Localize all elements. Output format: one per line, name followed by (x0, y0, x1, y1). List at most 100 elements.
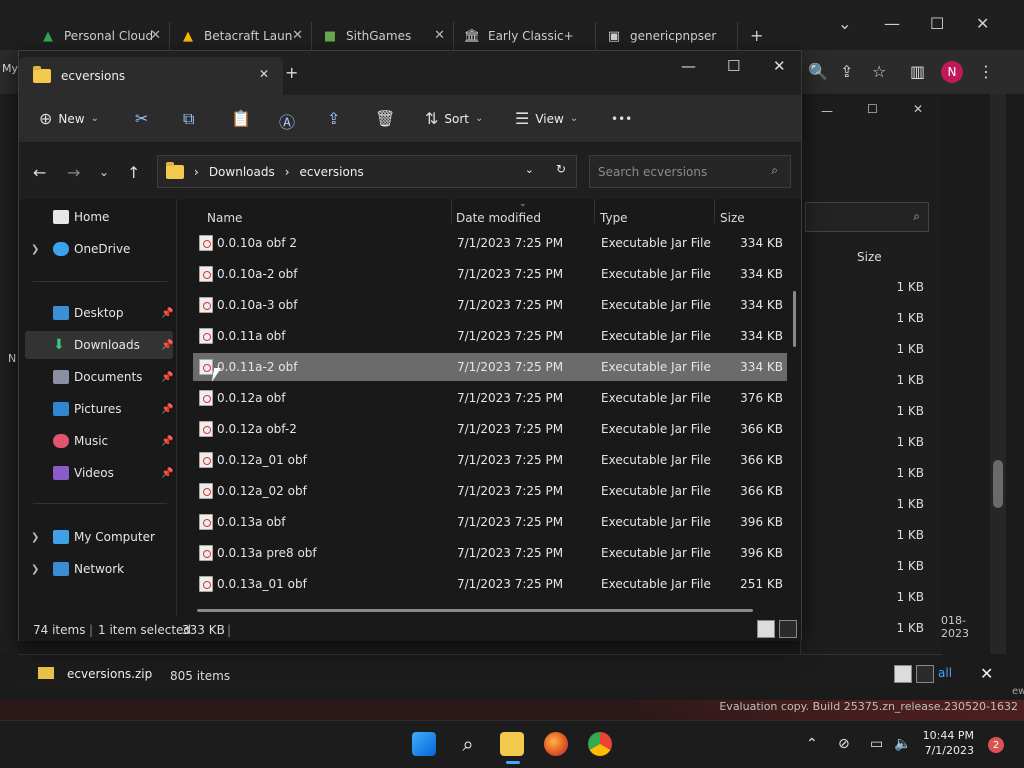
cut-icon[interactable]: ✂ (135, 109, 148, 128)
close-icon[interactable]: ✕ (292, 28, 303, 43)
star-icon[interactable]: ☆ (872, 62, 886, 81)
chrome-tab-2[interactable]: ▲ Betacraft Laun ✕ (170, 22, 312, 50)
sort-button[interactable]: ⇅ Sort ⌄ (425, 109, 483, 128)
column-separator[interactable] (451, 199, 452, 223)
sidebar-item-pictures[interactable]: Pictures 📌 (19, 395, 175, 423)
chevron-right-icon[interactable]: ❯ (31, 564, 39, 575)
forward-icon[interactable]: → (67, 163, 80, 182)
table-row[interactable]: 0.0.13a obf 7/1/2023 7:25 PM Executable Ja… (193, 508, 787, 536)
search-icon[interactable]: ⌕ (456, 732, 480, 756)
sidebar-item-downloads[interactable]: ⬇ Downloads 📌 (25, 331, 173, 359)
close-icon[interactable]: ✕ (150, 28, 161, 43)
refresh-icon[interactable]: ↻ (556, 162, 566, 176)
size-column-header[interactable]: Size (857, 250, 882, 264)
vertical-scrollbar[interactable] (793, 291, 796, 347)
sidebar-item-onedrive[interactable]: ❯ OneDrive (19, 235, 175, 263)
minimize-icon[interactable]: — (884, 14, 900, 33)
more-menu-icon[interactable]: ⋮ (978, 62, 994, 81)
name-column-header[interactable]: Name (207, 211, 242, 225)
breadcrumb-ecversions[interactable]: ecversions (300, 165, 364, 179)
sidebar-item-videos[interactable]: Videos 📌 (19, 459, 175, 487)
file-explorer-taskbar-icon[interactable] (500, 732, 524, 756)
avatar[interactable]: N (941, 61, 963, 83)
chevron-up-icon[interactable]: ⌃ (806, 736, 818, 752)
table-row[interactable]: 0.0.12a obf-2 7/1/2023 7:25 PM Executable … (193, 415, 787, 443)
table-row[interactable]: 0.0.13a pre8 obf 7/1/2023 7:25 PM Executab… (193, 539, 787, 567)
table-row[interactable]: 0.0.12a_02 obf 7/1/2023 7:25 PM Executable… (193, 477, 787, 505)
chrome-tab-1[interactable]: ▲ Personal Cloud ✕ (30, 22, 170, 50)
share-icon[interactable]: ⇪ (327, 109, 340, 128)
firefox-icon[interactable] (544, 732, 568, 756)
column-separator[interactable] (594, 199, 595, 223)
display-icon[interactable]: ▭ (870, 736, 883, 752)
tiles-view-button[interactable] (916, 665, 934, 683)
table-row[interactable]: 0.0.10a obf 2 7/1/2023 7:25 PM Executable … (193, 229, 787, 257)
new-button[interactable]: ⊕ New ⌄ (39, 109, 99, 128)
zip-file-label[interactable]: ecversions.zip (67, 667, 152, 681)
sidebar-item-my-computer[interactable]: ❯ My Computer (19, 523, 175, 551)
tiles-view-button[interactable] (779, 620, 797, 638)
copy-icon[interactable]: ⧉ (183, 109, 194, 129)
search-input[interactable]: Search ecversions ⌕ (589, 155, 791, 188)
breadcrumb-downloads[interactable]: Downloads (209, 165, 275, 179)
type-column-header[interactable]: Type (600, 211, 628, 225)
table-row[interactable]: 0.0.12a_01 obf 7/1/2023 7:25 PM Executable… (193, 446, 787, 474)
chrome-tab-4[interactable]: 🏛 Early Classic+ (454, 22, 596, 50)
paste-icon[interactable]: 📋 (231, 109, 251, 128)
recent-locations-icon[interactable]: ⌄ (99, 165, 109, 179)
network-disconnected-icon[interactable]: ⊘ (838, 736, 850, 752)
table-row[interactable]: 0.0.11a-2 obf 7/1/2023 7:25 PM Executable … (193, 353, 787, 381)
maximize-icon[interactable]: ☐ (867, 102, 878, 116)
maximize-icon[interactable]: ☐ (930, 14, 944, 33)
table-row[interactable]: 0.0.12a obf 7/1/2023 7:25 PM Executable Ja… (193, 384, 787, 412)
chevron-right-icon[interactable]: ❯ (31, 532, 39, 543)
chrome-icon[interactable] (588, 732, 612, 756)
close-icon[interactable]: ✕ (976, 14, 989, 33)
sidepanel-icon[interactable]: ▥ (910, 62, 925, 81)
scroll-thumb[interactable] (993, 460, 1003, 508)
close-icon[interactable]: ✕ (434, 28, 445, 43)
sidebar-item-desktop[interactable]: Desktop 📌 (19, 299, 175, 327)
date-column-header[interactable]: Date modified (456, 211, 541, 225)
horizontal-scrollbar[interactable] (197, 609, 753, 612)
up-icon[interactable]: ↑ (127, 163, 140, 182)
close-icon[interactable]: ✕ (773, 57, 786, 75)
back-icon[interactable]: ← (33, 163, 46, 182)
chrome-scrollbar[interactable] (990, 94, 1006, 654)
details-view-button[interactable] (757, 620, 775, 638)
maximize-icon[interactable]: ☐ (727, 57, 740, 75)
see-more-button[interactable]: ••• (611, 112, 632, 126)
view-button[interactable]: ☰ View ⌄ (515, 109, 578, 128)
share-icon[interactable]: ⇪ (840, 62, 853, 81)
search-input[interactable]: ⌕ (805, 202, 929, 232)
chrome-tab-5[interactable]: ▣ genericpnpser (596, 22, 738, 50)
sidebar-item-documents[interactable]: Documents 📌 (19, 363, 175, 391)
address-bar[interactable]: › Downloads › ecversions ⌄ ↻ (157, 155, 577, 188)
all-link[interactable]: all (938, 666, 952, 680)
minimize-icon[interactable]: — (681, 57, 696, 75)
table-row[interactable]: 0.0.11a obf 7/1/2023 7:25 PM Executable Ja… (193, 322, 787, 350)
search-icon[interactable]: 🔍 (808, 62, 828, 81)
size-column-header[interactable]: Size (720, 211, 745, 225)
column-separator[interactable] (714, 199, 715, 223)
clock[interactable]: 10:44 PM 7/1/2023 (923, 728, 974, 758)
table-row[interactable]: 0.0.10a-2 obf 7/1/2023 7:25 PM Executable … (193, 260, 787, 288)
volume-icon[interactable]: 🔈 (894, 736, 911, 752)
new-tab-button[interactable]: + (750, 26, 763, 45)
minimize-icon[interactable]: — (821, 104, 833, 118)
close-icon[interactable]: ✕ (259, 67, 269, 81)
chevron-down-icon[interactable]: ⌄ (525, 163, 534, 176)
close-icon[interactable]: ✕ (913, 102, 923, 116)
sidebar-item-network[interactable]: ❯ Network (19, 555, 175, 583)
chevron-right-icon[interactable]: ❯ (31, 244, 39, 255)
start-icon[interactable] (412, 732, 436, 756)
notification-badge[interactable]: 2 (988, 737, 1004, 753)
sidebar-item-music[interactable]: Music 📌 (19, 427, 175, 455)
delete-icon[interactable]: 🗑 (375, 109, 395, 128)
details-view-button[interactable] (894, 665, 912, 683)
close-icon[interactable]: ✕ (980, 664, 993, 683)
sidebar-item-home[interactable]: Home (19, 203, 175, 231)
explorer-tab[interactable]: ecversions ✕ (19, 57, 283, 95)
table-row[interactable]: 0.0.10a-3 obf 7/1/2023 7:25 PM Executable … (193, 291, 787, 319)
new-tab-button[interactable]: + (285, 63, 298, 82)
